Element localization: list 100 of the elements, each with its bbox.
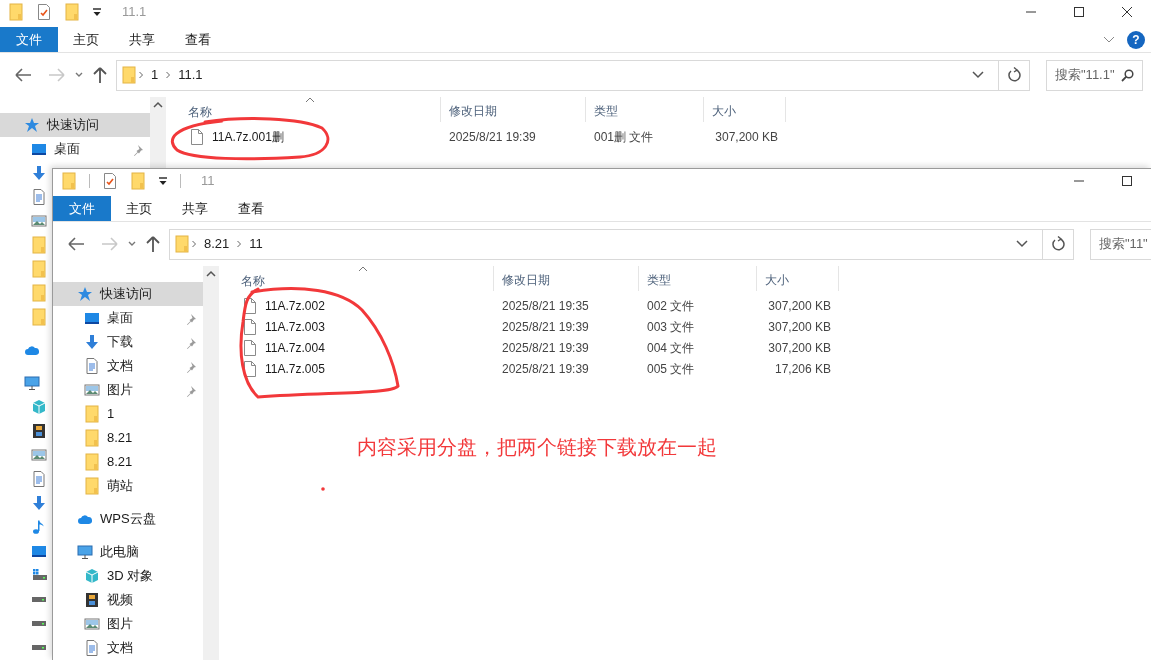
file-name[interactable]: 11A.7z.001删: [212, 127, 284, 146]
chevron-down-icon[interactable]: [74, 71, 84, 79]
nav-item[interactable]: 图片: [53, 378, 203, 402]
modified-date: 2025/8/21 19:39: [501, 360, 590, 378]
ribbon-tab[interactable]: 共享: [167, 196, 223, 221]
chevron-icon: [190, 239, 198, 249]
nav-item[interactable]: 萌站: [53, 474, 203, 498]
drive-icon: [32, 644, 46, 650]
file-icon: [243, 317, 257, 336]
caret-icon: [92, 7, 102, 17]
nav-item[interactable]: 桌面: [53, 306, 203, 330]
maximize-icon[interactable]: [1121, 175, 1133, 187]
cube-icon: [31, 399, 47, 415]
folder-icon: [31, 284, 47, 302]
scroll-up-icon[interactable]: [206, 270, 216, 278]
film-icon: [31, 423, 47, 439]
column-header[interactable]: 类型: [586, 97, 704, 122]
address-bar[interactable]: 8.21 11: [169, 228, 1043, 260]
film-icon: [84, 592, 100, 608]
modified-date: 2025/8/21 19:35: [501, 297, 590, 315]
breadcrumb-item[interactable]: 11.1: [172, 65, 209, 85]
modified-date: 2025/8/21 19:39: [501, 318, 590, 336]
ribbon-tab[interactable]: 查看: [170, 27, 226, 52]
pin-icon: [185, 384, 197, 397]
address-bar[interactable]: 1 11.1: [116, 59, 999, 91]
folder-icon: [121, 66, 137, 84]
ribbon-tab[interactable]: 文件: [0, 27, 58, 52]
chevron-down-icon[interactable]: [1016, 240, 1028, 248]
column-header[interactable]: 名称: [219, 266, 494, 291]
file-type: 003 文件: [646, 318, 696, 336]
column-header[interactable]: 大小: [757, 266, 839, 291]
folder-icon: [8, 3, 24, 21]
up-arrow-icon[interactable]: [92, 66, 108, 84]
nav-item[interactable]: 8.21: [53, 426, 203, 450]
chevron-icon: [235, 239, 244, 249]
nav-item[interactable]: 此电脑: [53, 540, 203, 564]
folder-icon: [31, 308, 47, 326]
nav-item[interactable]: 8.21: [53, 450, 203, 474]
folder-icon: [31, 236, 47, 254]
nav-item[interactable]: 快速访问: [53, 282, 203, 306]
ribbon-tab[interactable]: 查看: [223, 196, 279, 221]
file-name[interactable]: 11A.7z.002: [265, 296, 325, 315]
nav-item[interactable]: 文档: [53, 354, 203, 378]
refresh-button[interactable]: [1043, 228, 1074, 260]
checklist-icon: [102, 172, 118, 190]
back-arrow-icon[interactable]: [67, 237, 85, 251]
sort-caret-icon: [305, 97, 315, 103]
ribbon-tab[interactable]: 文件: [53, 196, 111, 221]
nav-item[interactable]: 快速访问: [0, 113, 150, 137]
cube-icon: [84, 568, 100, 584]
document-icon: [31, 471, 47, 487]
desktop-icon: [84, 310, 100, 326]
chevron-icon: [137, 70, 145, 80]
file-name[interactable]: 11A.7z.004: [265, 338, 325, 357]
file-type: 001删 文件: [593, 128, 655, 146]
file-name[interactable]: 11A.7z.005: [265, 359, 325, 378]
breadcrumb-item[interactable]: 8.21: [198, 234, 236, 254]
nav-item[interactable]: WPS云盘: [53, 507, 203, 531]
back-arrow-icon[interactable]: [14, 68, 32, 82]
folder-icon: [61, 172, 77, 190]
search-field[interactable]: 搜索"11.1": [1046, 59, 1143, 91]
nav-item[interactable]: 文档: [53, 636, 203, 660]
nav-item[interactable]: 3D 对象: [53, 564, 203, 588]
file-name[interactable]: 11A.7z.003: [265, 317, 325, 336]
folder-icon: [84, 405, 100, 423]
window-title: 11: [201, 172, 215, 191]
search-field[interactable]: 搜索"11": [1090, 228, 1151, 260]
pin-icon: [185, 312, 197, 325]
close-icon[interactable]: [1121, 6, 1133, 18]
nav-item[interactable]: 1: [53, 402, 203, 426]
column-header[interactable]: 类型: [639, 266, 757, 291]
breadcrumb-item[interactable]: 1: [145, 65, 165, 85]
nav-item[interactable]: 视频: [53, 588, 203, 612]
file-icon: [243, 296, 257, 315]
up-arrow-icon[interactable]: [145, 235, 161, 253]
chevron-down-icon[interactable]: [972, 71, 984, 79]
scroll-up-icon[interactable]: [153, 101, 163, 109]
refresh-button[interactable]: [999, 59, 1030, 91]
document-icon: [31, 189, 47, 205]
ribbon-tab[interactable]: 主页: [111, 196, 167, 221]
maximize-icon[interactable]: [1073, 6, 1085, 18]
breadcrumb-item[interactable]: 11: [243, 234, 269, 254]
nav-item[interactable]: 图片: [53, 612, 203, 636]
file-size: 17,206 KB: [773, 360, 832, 378]
file-type: 002 文件: [646, 297, 696, 315]
column-header[interactable]: 名称: [166, 97, 441, 122]
column-header[interactable]: 大小: [704, 97, 786, 122]
computer-icon: [24, 375, 40, 391]
ribbon-tab[interactable]: 共享: [114, 27, 170, 52]
refresh-icon: [1051, 236, 1065, 252]
ribbon-tab[interactable]: 主页: [58, 27, 114, 52]
nav-item[interactable]: 下载: [53, 330, 203, 354]
folder-icon: [31, 260, 47, 278]
file-icon: [190, 127, 204, 146]
column-header[interactable]: 修改日期: [441, 97, 586, 122]
chevron-down-icon[interactable]: [127, 240, 137, 248]
column-header[interactable]: 修改日期: [494, 266, 639, 291]
nav-item[interactable]: 桌面: [0, 137, 150, 161]
help-button[interactable]: ?: [1127, 30, 1145, 49]
chevron-down-icon[interactable]: [1103, 35, 1115, 44]
